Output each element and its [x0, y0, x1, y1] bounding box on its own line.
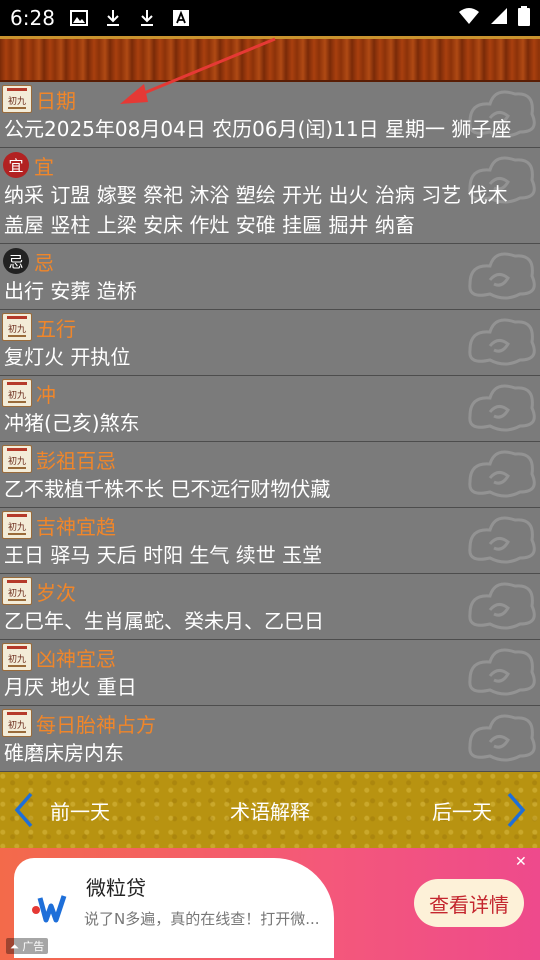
status-time: 6:28 — [10, 6, 55, 30]
almanac-row: 初九 五行复灯火 开执位 — [0, 310, 540, 376]
ad-title: 微粒贷 — [86, 876, 146, 900]
row-header: 初九 每日胎神占方 — [0, 708, 540, 738]
cloud-pattern-icon — [468, 648, 536, 696]
row-header: 初九 彭祖百忌 — [0, 444, 540, 474]
download-icon — [103, 8, 123, 28]
row-header: 初九冲 — [0, 378, 540, 408]
cloud-pattern-icon — [468, 90, 536, 138]
row-title: 岁次 — [36, 580, 76, 605]
row-text: 乙不栽植千株不长 巳不远行财物伏藏 — [4, 477, 331, 501]
almanac-row: 初九 每日胎神占方碓磨床房内东 — [0, 706, 540, 772]
ad-view-details-button[interactable]: 查看详情 — [414, 879, 524, 927]
row-text: 冲猪(己亥)煞东 — [4, 411, 140, 435]
row-title: 五行 — [36, 316, 76, 341]
next-day-label: 后一天 — [432, 799, 492, 824]
cloud-pattern-icon — [468, 156, 536, 204]
calendar-icon: 初九 — [2, 511, 32, 539]
row-title: 凶神宜忌 — [36, 646, 116, 671]
image-icon — [69, 8, 89, 28]
row-header: 宜宜 — [0, 150, 540, 180]
row-text: 月厌 地火 重日 — [4, 675, 137, 699]
row-title: 每日胎神占方 — [36, 712, 156, 737]
row-text: 碓磨床房内东 — [4, 741, 124, 765]
calendar-icon: 初九 — [2, 643, 32, 671]
row-header: 忌忌 — [0, 246, 540, 276]
almanac-row: 初九冲冲猪(己亥)煞东 — [0, 376, 540, 442]
row-title: 日期 — [36, 88, 76, 113]
almanac-row: 初九 岁次乙巳年、生肖属蛇、癸未月、乙巳日 — [0, 574, 540, 640]
calendar-icon: 初九 — [2, 709, 32, 737]
calendar-icon: 初九 — [2, 577, 32, 605]
row-text: 公元2025年08月04日 农历06月(闰)11日 星期一 狮子座 — [4, 117, 512, 141]
almanac-row: 初九 凶神宜忌月厌 地火 重日 — [0, 640, 540, 706]
ji-icon: 忌 — [3, 248, 29, 274]
ad-badge: ⏶ 广告 — [6, 938, 49, 954]
almanac-row: 初九 日期公元2025年08月04日 农历06月(闰)11日 星期一 狮子座 — [0, 82, 540, 148]
chevron-left-icon — [14, 792, 33, 828]
cloud-pattern-icon — [468, 516, 536, 564]
font-icon — [171, 8, 191, 28]
row-title: 忌 — [34, 250, 54, 275]
battery-icon — [518, 6, 530, 30]
cloud-pattern-icon — [468, 384, 536, 432]
ad-mark-icon: ⏶ — [10, 940, 19, 953]
wifi-icon — [458, 7, 480, 29]
row-title: 冲 — [36, 382, 56, 407]
yi-icon: 宜 — [3, 152, 29, 178]
row-header: 初九 日期 — [0, 84, 540, 114]
ad-badge-label: 广告 — [22, 940, 45, 953]
row-text: 盖屋 竖柱 上梁 安床 作灶 安碓 挂匾 掘井 纳畜 — [4, 213, 415, 237]
weilidai-logo-icon — [32, 895, 67, 923]
terms-explanation-label: 术语解释 — [230, 799, 310, 824]
almanac-row: 忌忌出行 安葬 造桥 — [0, 244, 540, 310]
previous-day-label: 前一天 — [50, 799, 110, 824]
row-text: 出行 安葬 造桥 — [4, 279, 137, 303]
signal-icon — [490, 7, 508, 29]
day-navigation-bar: 前一天 术语解释 后一天 — [0, 772, 540, 848]
calendar-icon: 初九 — [2, 313, 32, 341]
row-header: 初九 岁次 — [0, 576, 540, 606]
row-text: 王日 驿马 天后 时阳 生气 续世 玉堂 — [4, 543, 323, 567]
row-header: 初九 五行 — [0, 312, 540, 342]
ad-banner[interactable]: 微粒贷 说了N多遍，真的在线查！打开微... 查看详情 ✕ ⏶ 广告 — [0, 848, 540, 960]
calendar-icon: 初九 — [2, 445, 32, 473]
almanac-list: 初九 日期 公元2025年08月04日 农历06月(闰)11日 星期一 狮子座宜宜纳… — [0, 82, 540, 772]
almanac-row: 初九 彭祖百忌乙不栽植千株不长 巳不远行财物伏藏 — [0, 442, 540, 508]
previous-day-button[interactable]: 前一天 — [14, 792, 110, 828]
cloud-pattern-icon — [468, 318, 536, 366]
almanac-row: 宜宜纳采 订盟 嫁娶 祭祀 沐浴 塑绘 开光 出火 治病 习艺 伐木 盖屋 竖柱 … — [0, 148, 540, 244]
row-title: 宜 — [34, 154, 54, 179]
almanac-row: 初九 吉神宜趋王日 驿马 天后 时阳 生气 续世 玉堂 — [0, 508, 540, 574]
terms-explanation-button[interactable]: 术语解释 — [210, 796, 330, 825]
row-header: 初九 凶神宜忌 — [0, 642, 540, 672]
next-day-button[interactable]: 后一天 — [432, 792, 526, 828]
cloud-pattern-icon — [468, 450, 536, 498]
ad-close-icon[interactable]: ✕ — [515, 854, 527, 870]
cloud-pattern-icon — [468, 252, 536, 300]
chevron-right-icon — [507, 792, 526, 828]
row-text: 乙巳年、生肖属蛇、癸未月、乙巳日 — [4, 609, 324, 633]
calendar-icon: 初九 — [2, 379, 32, 407]
row-text: 复灯火 开执位 — [4, 345, 131, 369]
row-title: 彭祖百忌 — [36, 448, 116, 473]
row-header: 初九 吉神宜趋 — [0, 510, 540, 540]
status-bar: 6:28 — [0, 0, 540, 36]
cloud-pattern-icon — [468, 714, 536, 762]
download-icon — [137, 8, 157, 28]
row-title: 吉神宜趋 — [36, 514, 116, 539]
cloud-pattern-icon — [468, 582, 536, 630]
ad-description: 说了N多遍，真的在线查！打开微... — [84, 910, 320, 928]
calendar-icon: 初九 — [2, 85, 32, 113]
row-text: 纳采 订盟 嫁娶 祭祀 沐浴 塑绘 开光 出火 治病 习艺 伐木 — [4, 183, 508, 207]
